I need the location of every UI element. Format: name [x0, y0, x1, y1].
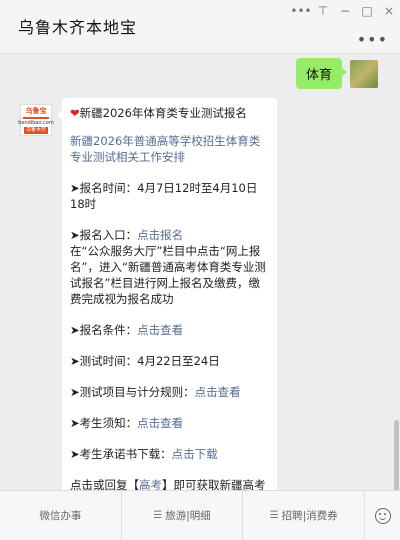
gaokao-link[interactable]: 高考 [139, 478, 162, 490]
bot-message-bubble[interactable]: ❤新疆2026年体育类专业测试报名 新疆2026年普通高等学校招生体育类专业测试… [57, 98, 277, 490]
window-controls: ••• ⊤ − □ × [290, 0, 400, 22]
user-message-bubble[interactable]: 体育 [295, 58, 348, 89]
close-icon[interactable]: × [378, 0, 400, 22]
minimize-icon[interactable]: − [334, 0, 356, 22]
logo-divider [23, 116, 49, 119]
menu-tab-wechat-services[interactable]: 微信办事 [0, 491, 121, 540]
heart-icon: ❤ [70, 106, 80, 120]
chat-title: 乌鲁木齐本地宝 [18, 18, 138, 37]
promise-download-link[interactable]: 点击下载 [172, 447, 218, 461]
emoji-button[interactable] [364, 491, 400, 540]
more-menu-icon[interactable]: ••• [357, 30, 388, 49]
test-time: ➤测试时间：4月22日至24日 [70, 354, 220, 368]
emoji-icon [374, 507, 391, 524]
notice-link[interactable]: 点击查看 [137, 416, 183, 430]
menu-tab-jobs[interactable]: ☰ 招聘|消费券 [242, 491, 364, 540]
pin-icon[interactable]: ⊤ [312, 0, 334, 22]
user-avatar[interactable] [350, 59, 378, 88]
reg-entry-link[interactable]: 点击报名 [137, 228, 183, 242]
test-items: ➤测试项目与计分规则：点击查看 [70, 385, 241, 399]
hamburger-icon: ☰ [153, 510, 163, 521]
reg-entry: ➤报名入口：点击报名 [70, 228, 184, 242]
notice: ➤考生须知：点击查看 [70, 416, 184, 430]
headline: ❤新疆2026年体育类专业测试报名 [70, 105, 269, 121]
menu-tabs: 微信办事 ☰ 旅游|明细 ☰ 招聘|消费券 [0, 491, 364, 540]
footer-text: 点击或回复【高考】即可获取新疆高考成绩查询入口/录取信息 [70, 478, 266, 490]
bottom-menu-bar: 微信办事 ☰ 旅游|明细 ☰ 招聘|消费券 [0, 490, 400, 540]
logo-tag: 乌鲁木齐 [23, 126, 48, 134]
conditions-link[interactable]: 点击查看 [137, 323, 183, 337]
more-options-icon[interactable]: ••• [290, 0, 312, 22]
conditions: ➤报名条件：点击查看 [70, 323, 184, 337]
chat-area[interactable]: 体育 乌鲁宝 bendibao.com 乌鲁木齐 ❤新疆2026年体育类专业测试… [0, 54, 392, 490]
hamburger-icon: ☰ [269, 510, 279, 521]
logo-subtext: bendibao.com [18, 119, 54, 126]
article-link[interactable]: 新疆2026年普通高等学校招生体育类专业测试相关工作安排 [70, 133, 269, 165]
menu-tab-label: 微信办事 [39, 510, 82, 522]
logo-text: 乌鲁宝 [25, 106, 47, 115]
menu-tab-label: 招聘|消费券 [281, 510, 338, 522]
headline-text: 新疆2026年体育类专业测试报名 [79, 106, 247, 120]
reg-time: ➤报名时间：4月7日12时至4月10日18时 [70, 181, 258, 211]
user-message-row: 体育 [295, 58, 392, 89]
promise-download: ➤考生承诺书下载：点击下载 [70, 447, 218, 461]
menu-tab-travel[interactable]: ☰ 旅游|明细 [120, 491, 243, 540]
reg-entry-desc: 在“公众服务大厅”栏目中点击“网上报名”，进入“新疆普通高考体育类专业测试报名”… [70, 244, 266, 306]
menu-tab-label: 旅游|明细 [165, 510, 211, 522]
maximize-icon[interactable]: □ [356, 0, 378, 22]
bot-avatar[interactable]: 乌鲁宝 bendibao.com 乌鲁木齐 [18, 104, 54, 136]
chat-scrollbar[interactable] [394, 420, 399, 495]
test-items-link[interactable]: 点击查看 [195, 385, 241, 399]
